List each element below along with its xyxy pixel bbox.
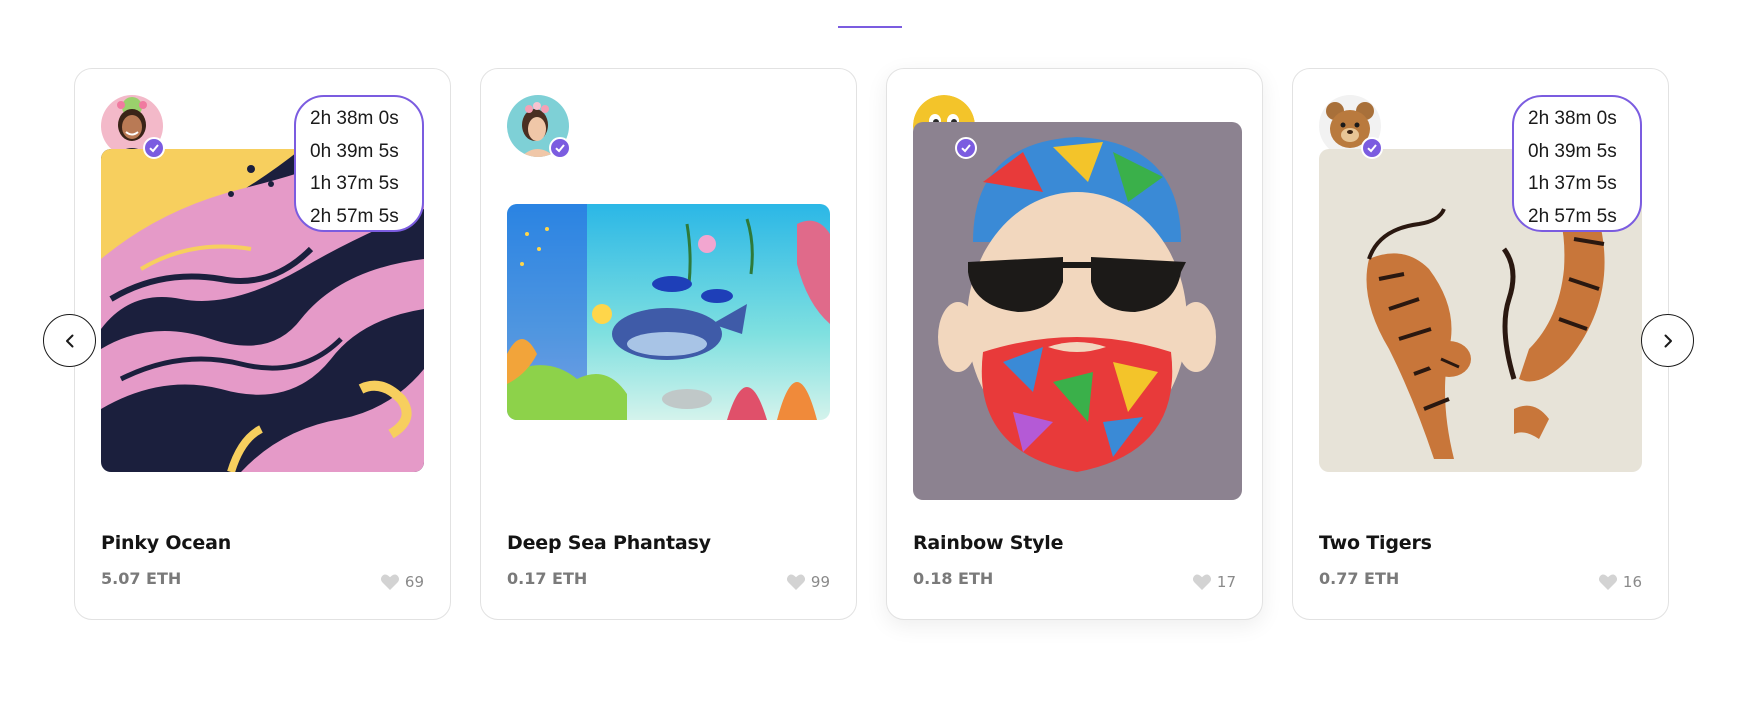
auction-countdown: 2h 38m 0s 0h 39m 5s 1h 37m 5s 2h 57m 5s [1512,95,1642,232]
nft-price: 0.77 ETH [1319,569,1400,588]
nft-artwork[interactable] [507,204,830,420]
like-button[interactable]: 17 [1192,573,1236,591]
heart-icon [380,574,399,590]
countdown-line: 2h 57m 5s [310,205,399,227]
countdown-line: 1h 37m 5s [310,173,399,194]
countdown-line: 2h 38m 0s [310,108,399,129]
like-count: 69 [404,573,424,591]
chevron-left-icon [65,334,73,347]
countdown-line: 2h 57m 5s [1528,205,1617,227]
nft-card[interactable]: Rainbow Style 0.18 ETH 17 [886,68,1263,620]
countdown-line: 0h 39m 5s [310,140,399,162]
nft-price: 5.07 ETH [101,569,182,588]
verified-badge-icon [549,137,571,159]
like-button[interactable]: 69 [380,573,424,591]
auction-countdown: 2h 38m 0s 0h 39m 5s 1h 37m 5s 2h 57m 5s [294,95,424,232]
nft-carousel: 2h 38m 0s 0h 39m 5s 1h 37m 5s 2h 57m 5s … [0,0,1747,702]
verified-badge-icon [955,137,977,159]
like-count: 99 [810,573,830,591]
like-button[interactable]: 99 [786,573,830,591]
nft-title[interactable]: Two Tigers [1319,532,1432,554]
chevron-right-icon [1664,334,1672,347]
nft-card[interactable]: Deep Sea Phantasy 0.17 ETH 99 [480,68,857,620]
countdown-line: 0h 39m 5s [1528,140,1617,162]
carousel-prev-button[interactable] [43,314,96,367]
nft-card[interactable]: 2h 38m 0s 0h 39m 5s 1h 37m 5s 2h 57m 5s … [74,68,451,620]
heart-icon [786,574,805,590]
countdown-line: 2h 38m 0s [1528,108,1617,129]
nft-price: 0.17 ETH [507,569,588,588]
nft-title[interactable]: Pinky Ocean [101,532,231,554]
nft-title[interactable]: Rainbow Style [913,532,1063,554]
verified-badge-icon [1361,137,1383,159]
heart-icon [1192,574,1211,590]
verified-badge-icon [143,137,165,159]
nft-title[interactable]: Deep Sea Phantasy [507,532,711,554]
like-count: 17 [1216,573,1236,591]
nft-price: 0.18 ETH [913,569,994,588]
like-button[interactable]: 16 [1598,573,1642,591]
countdown-line: 1h 37m 5s [1528,173,1617,194]
nft-card[interactable]: 2h 38m 0s 0h 39m 5s 1h 37m 5s 2h 57m 5s … [1292,68,1669,620]
like-count: 16 [1622,573,1642,591]
carousel-next-button[interactable] [1641,314,1694,367]
nft-artwork[interactable] [913,122,1242,500]
heart-icon [1598,574,1617,590]
